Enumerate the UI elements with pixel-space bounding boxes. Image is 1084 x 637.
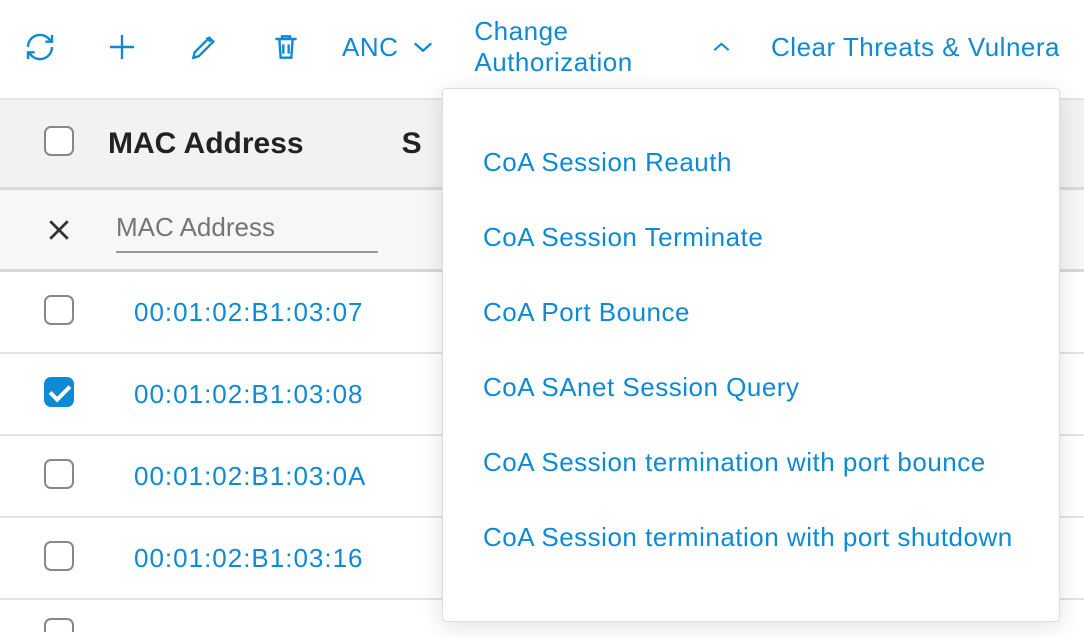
menu-item-coa-term-port-shutdown[interactable]: CoA Session termination with port shutdo… — [443, 500, 1059, 575]
close-icon — [44, 215, 74, 245]
add-button[interactable] — [106, 31, 138, 63]
chevron-up-icon — [712, 40, 731, 54]
refresh-icon — [24, 31, 56, 63]
anc-dropdown-button[interactable]: ANC — [342, 32, 434, 63]
change-auth-label: Change Authorization — [474, 16, 698, 78]
row-checkbox[interactable] — [44, 459, 74, 489]
column-header-mac[interactable]: MAC Address — [108, 127, 304, 161]
menu-item-coa-reauth[interactable]: CoA Session Reauth — [443, 125, 1059, 200]
row-checkbox[interactable] — [44, 295, 74, 325]
toolbar: ANC Change Authorization Clear Threats &… — [0, 0, 1084, 98]
row-checkbox[interactable] — [44, 377, 74, 407]
row-checkbox[interactable] — [44, 541, 74, 571]
menu-item-coa-terminate[interactable]: CoA Session Terminate — [443, 200, 1059, 275]
change-authorization-dropdown-button[interactable]: Change Authorization — [474, 16, 731, 78]
change-authorization-menu: CoA Session Reauth CoA Session Terminate… — [442, 88, 1060, 622]
mac-address-link[interactable]: 00:01:02:B1:03:16 — [134, 543, 364, 574]
chevron-down-icon — [412, 40, 434, 54]
trash-icon — [270, 31, 302, 63]
menu-item-coa-sanet-query[interactable]: CoA SAnet Session Query — [443, 350, 1059, 425]
clear-filter-button[interactable] — [44, 215, 108, 245]
refresh-button[interactable] — [24, 31, 56, 63]
mac-address-link[interactable]: 00:01:02:B1:03:0A — [134, 461, 366, 492]
mac-address-link[interactable]: 00:01:02:B1:03:07 — [134, 297, 364, 328]
menu-item-coa-port-bounce[interactable]: CoA Port Bounce — [443, 275, 1059, 350]
select-all-checkbox[interactable] — [44, 126, 74, 156]
clear-threats-button[interactable]: Clear Threats & Vulnera — [771, 32, 1060, 63]
plus-icon — [106, 31, 138, 63]
row-checkbox[interactable] — [44, 618, 74, 632]
select-all-col — [44, 126, 108, 161]
delete-button[interactable] — [270, 31, 302, 63]
column-header-status-partial[interactable]: S — [402, 127, 422, 161]
pencil-icon — [188, 31, 220, 63]
mac-address-link[interactable]: 00:01:02:B1:03:08 — [134, 379, 364, 410]
menu-item-coa-term-port-bounce[interactable]: CoA Session termination with port bounce — [443, 425, 1059, 500]
clear-threats-label: Clear Threats & Vulnera — [771, 32, 1060, 63]
mac-filter-input[interactable] — [116, 206, 378, 253]
anc-label: ANC — [342, 32, 398, 63]
edit-button[interactable] — [188, 31, 220, 63]
